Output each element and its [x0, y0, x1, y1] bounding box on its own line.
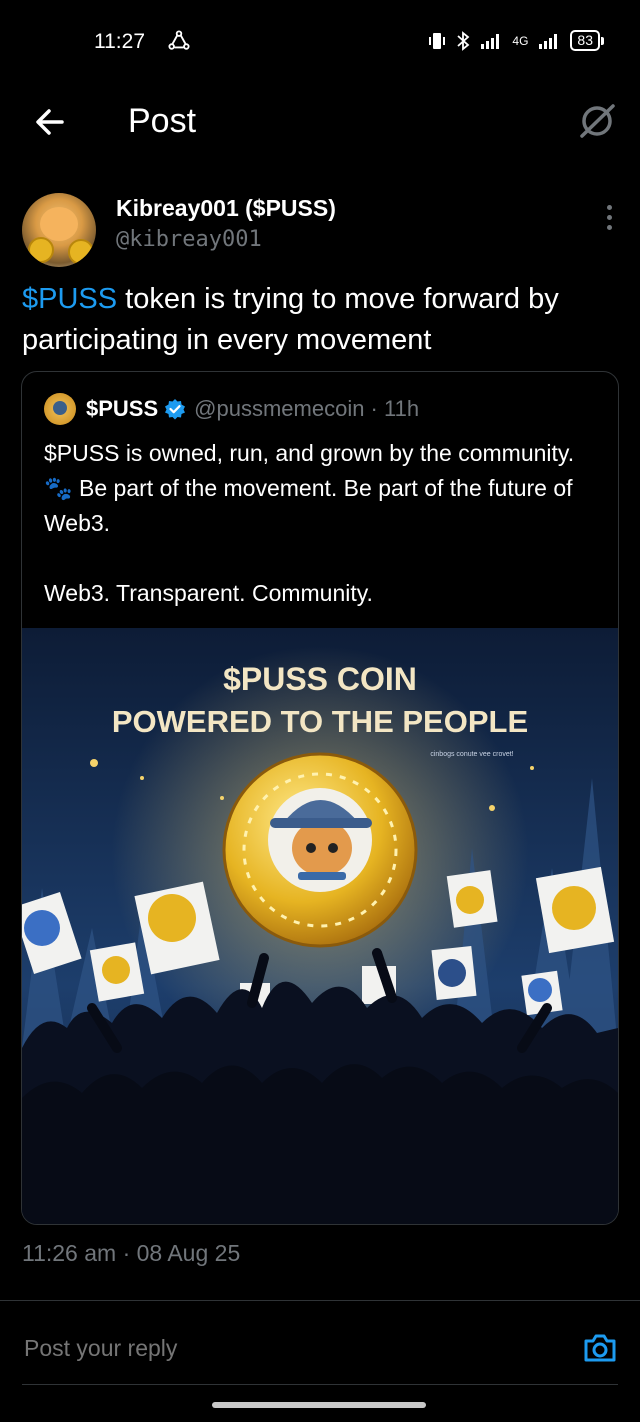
quoted-post-header: $PUSS @pussmemecoin · 11h	[44, 392, 419, 426]
camera-icon[interactable]	[582, 1330, 618, 1366]
author-name[interactable]: Kibreay001 ($PUSS)	[116, 195, 336, 222]
quoted-avatar	[44, 393, 76, 425]
signal-icon	[481, 33, 500, 49]
network-type: 4G	[512, 33, 529, 48]
status-time: 11:27	[94, 30, 145, 53]
status-icons: 4G 83	[428, 30, 604, 51]
quoted-text: $PUSS is owned, run, and grown by the co…	[44, 436, 600, 611]
arrow-left-icon[interactable]	[30, 102, 70, 142]
post-text: $PUSS token is trying to move forward by…	[22, 279, 622, 361]
header: Post	[0, 88, 640, 168]
author-handle[interactable]: @kibreay001	[116, 227, 262, 252]
quoted-author-name: $PUSS	[86, 396, 159, 421]
quoted-post[interactable]: $PUSS @pussmemecoin · 11h $PUSS is owned…	[21, 371, 619, 1225]
more-options-icon[interactable]	[604, 205, 614, 233]
verified-badge-icon	[165, 399, 186, 420]
divider	[0, 1300, 640, 1301]
quoted-text-part1: $PUSS is owned, run, and grown by the co…	[44, 440, 575, 466]
image-headline-2: POWERED TO THE PEOPLE	[112, 704, 528, 739]
grok-icon[interactable]	[576, 100, 618, 142]
post-timestamp: 11:26 am · 08 Aug 25	[22, 1240, 241, 1266]
avatar[interactable]	[22, 193, 96, 267]
avatar-coin	[28, 237, 54, 263]
quoted-text-part2: Be part of the movement. Be part of the …	[44, 475, 573, 606]
battery-indicator: 83	[570, 30, 604, 51]
vibrate-icon	[429, 32, 446, 49]
divider	[22, 1384, 618, 1385]
status-bar: 11:27 4G 83	[0, 0, 640, 88]
bluetooth-icon	[457, 30, 470, 51]
page-title: Post	[128, 102, 197, 140]
avatar-face	[40, 207, 78, 241]
image-small-caption: cinbogs conute vee crovet!	[430, 751, 513, 758]
cashtag-link[interactable]: $PUSS	[22, 283, 117, 315]
avatar-coin	[68, 239, 94, 265]
image-headline-1: $PUSS COIN	[223, 661, 417, 697]
signal-2-icon	[539, 33, 558, 49]
sync-icon	[168, 30, 190, 50]
reply-input[interactable]	[22, 1334, 546, 1363]
home-indicator[interactable]	[212, 1402, 426, 1408]
post-image[interactable]: $PUSS COIN POWERED TO THE PEOPLE cinbogs…	[22, 628, 618, 1224]
quoted-handle-time: @pussmemecoin · 11h	[194, 396, 420, 421]
paw-emoji: 🐾	[44, 475, 73, 501]
